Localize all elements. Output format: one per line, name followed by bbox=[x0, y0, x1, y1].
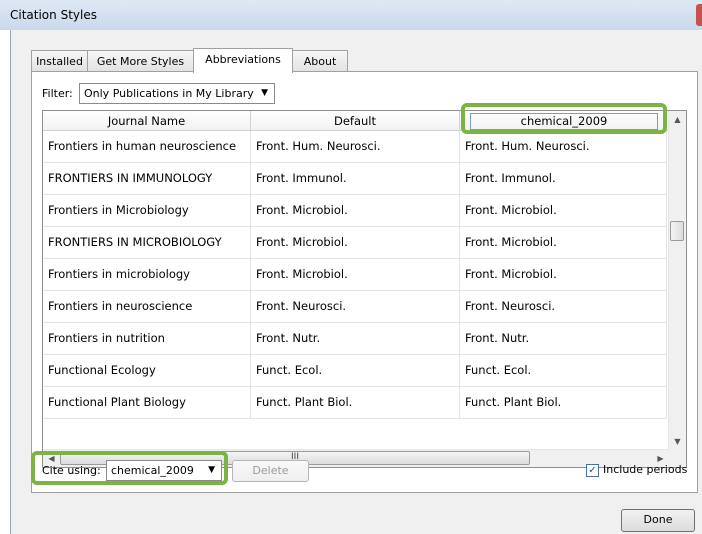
delete-button[interactable]: Delete bbox=[232, 460, 309, 482]
default-abbrev-cell[interactable]: Front. Immunol. bbox=[251, 163, 460, 195]
tab-about[interactable]: About bbox=[292, 50, 348, 72]
done-button[interactable]: Done bbox=[621, 509, 695, 532]
tab-get-more-styles[interactable]: Get More Styles bbox=[87, 50, 194, 72]
scroll-up-icon[interactable]: ▲ bbox=[669, 111, 686, 128]
filter-label: Filter: bbox=[42, 87, 73, 100]
abbreviations-panel: Filter: Only Publications in My Library … bbox=[31, 71, 698, 493]
abbreviations-table: Journal Name Default chemical_2009 Front… bbox=[42, 110, 687, 468]
journal-name-cell[interactable]: Frontiers in Microbiology bbox=[43, 195, 251, 227]
default-abbrev-cell[interactable]: Front. Microbiol. bbox=[251, 195, 460, 227]
close-icon[interactable] bbox=[696, 4, 702, 26]
include-periods-checkbox[interactable]: ✓ bbox=[586, 464, 599, 477]
journal-name-cell[interactable]: FRONTIERS IN IMMUNOLOGY bbox=[43, 163, 251, 195]
style-abbrev-cell[interactable]: Front. Immunol. bbox=[460, 163, 667, 195]
journal-name-cell[interactable]: FRONTIERS IN MICROBIOLOGY bbox=[43, 227, 251, 259]
default-abbrev-cell[interactable]: Front. Hum. Neurosci. bbox=[251, 131, 460, 163]
journal-name-cell[interactable]: Frontiers in nutrition bbox=[43, 323, 251, 355]
title-bar: Citation Styles bbox=[0, 0, 702, 30]
table-row[interactable]: Frontiers in microbiology Front. Microbio… bbox=[43, 259, 667, 291]
filter-dropdown[interactable]: Only Publications in My Library ▼ bbox=[79, 83, 275, 104]
table-row[interactable]: FRONTIERS IN MICROBIOLOGY Front. Microbio… bbox=[43, 227, 667, 259]
default-abbrev-cell[interactable]: Front. Nutr. bbox=[251, 323, 460, 355]
scroll-down-icon[interactable]: ▼ bbox=[669, 433, 686, 450]
vertical-scrollbar[interactable]: ▲ ▼ bbox=[668, 111, 686, 450]
default-abbrev-cell[interactable]: Funct. Plant Biol. bbox=[251, 387, 460, 419]
default-abbrev-cell[interactable]: Funct. Ecol. bbox=[251, 355, 460, 387]
style-abbrev-cell[interactable]: Front. Microbiol. bbox=[460, 227, 667, 259]
tab-abbreviations[interactable]: Abbreviations bbox=[193, 48, 293, 73]
table-row[interactable]: Frontiers in human neuroscience Front. Hu… bbox=[43, 131, 667, 163]
tab-installed[interactable]: Installed bbox=[31, 50, 88, 72]
table-row[interactable]: Frontiers in neuroscience Front. Neurosci… bbox=[43, 291, 667, 323]
journal-name-cell[interactable]: Frontiers in microbiology bbox=[43, 259, 251, 291]
default-abbrev-cell[interactable]: Front. Neurosci. bbox=[251, 291, 460, 323]
column-header-default[interactable]: Default bbox=[251, 111, 460, 131]
journal-name-cell[interactable]: Frontiers in neuroscience bbox=[43, 291, 251, 323]
default-abbrev-cell[interactable]: Front. Microbiol. bbox=[251, 259, 460, 291]
table-row[interactable]: Frontiers in Microbiology Front. Microbio… bbox=[43, 195, 667, 227]
style-abbrev-cell[interactable]: Front. Nutr. bbox=[460, 323, 667, 355]
vertical-scroll-thumb[interactable] bbox=[670, 221, 684, 241]
chevron-down-icon: ▼ bbox=[261, 88, 268, 98]
include-periods-label: Include periods bbox=[603, 463, 688, 476]
table-row[interactable]: Functional Plant Biology Funct. Plant Bio… bbox=[43, 387, 667, 419]
table-row[interactable]: Functional Ecology Funct. Ecol. Funct. Eco… bbox=[43, 355, 667, 387]
style-abbrev-cell[interactable]: Front. Microbiol. bbox=[460, 259, 667, 291]
filter-value: Only Publications in My Library bbox=[84, 87, 254, 100]
journal-name-cell[interactable]: Functional Plant Biology bbox=[43, 387, 251, 419]
column-header-journal-name[interactable]: Journal Name bbox=[43, 111, 251, 131]
window-title: Citation Styles bbox=[10, 8, 97, 22]
journal-name-cell[interactable]: Frontiers in human neuroscience bbox=[43, 131, 251, 163]
style-abbrev-cell[interactable]: Front. Neurosci. bbox=[460, 291, 667, 323]
table-row[interactable]: FRONTIERS IN IMMUNOLOGY Front. Immunol. Fr… bbox=[43, 163, 667, 195]
journal-name-cell[interactable]: Functional Ecology bbox=[43, 355, 251, 387]
checkmark-icon: ✓ bbox=[588, 465, 597, 476]
default-abbrev-cell[interactable]: Front. Microbiol. bbox=[251, 227, 460, 259]
style-abbrev-cell[interactable]: Funct. Ecol. bbox=[460, 355, 667, 387]
style-column-highlight bbox=[461, 103, 667, 134]
table-row[interactable]: Frontiers in nutrition Front. Nutr. Front.… bbox=[43, 323, 667, 355]
style-abbrev-cell[interactable]: Funct. Plant Biol. bbox=[460, 387, 667, 419]
cite-using-highlight bbox=[31, 451, 228, 485]
style-abbrev-cell[interactable]: Front. Microbiol. bbox=[460, 195, 667, 227]
style-abbrev-cell[interactable]: Front. Hum. Neurosci. bbox=[460, 131, 667, 163]
